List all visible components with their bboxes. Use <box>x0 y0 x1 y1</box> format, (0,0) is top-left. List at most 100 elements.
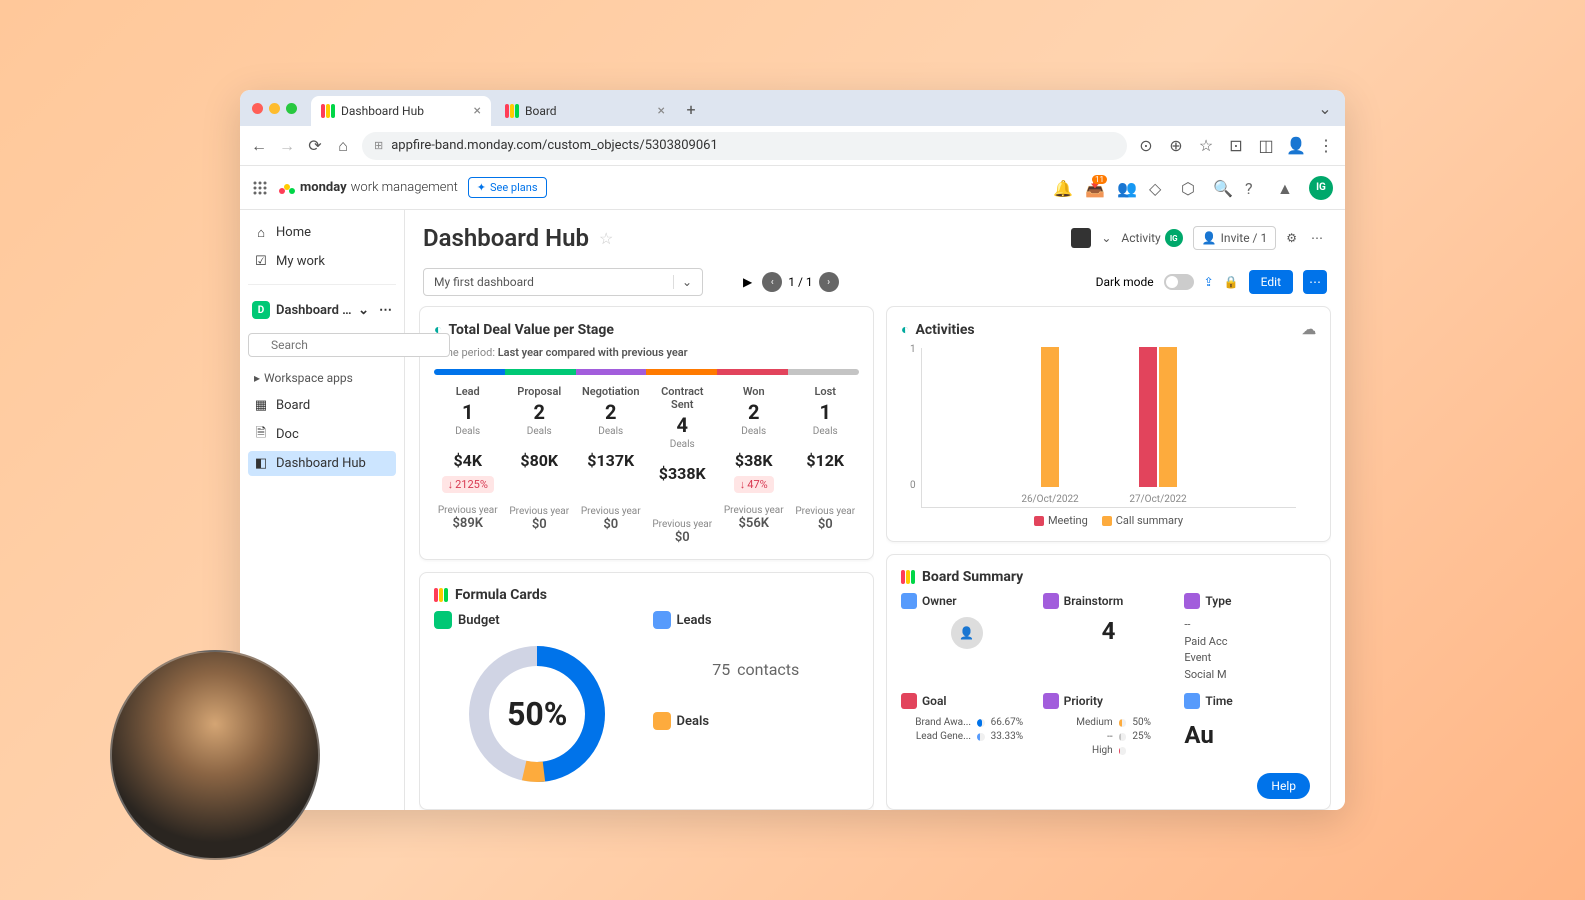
invite-members-icon[interactable]: 👥 <box>1117 179 1135 197</box>
password-icon[interactable]: ⊙ <box>1137 137 1155 155</box>
dark-mode-toggle[interactable] <box>1164 274 1194 290</box>
browser-tab-active[interactable]: Dashboard Hub × <box>311 96 491 126</box>
owner-label: Owner <box>922 594 957 608</box>
notifications-icon[interactable]: 🔔 <box>1053 179 1071 197</box>
prev-page-button[interactable]: ‹ <box>762 272 782 292</box>
dark-mode-label: Dark mode <box>1096 275 1154 289</box>
invite-button[interactable]: 👤 Invite / 1 <box>1193 226 1277 250</box>
card-title-text: Formula Cards <box>455 587 547 603</box>
marketplace-icon[interactable]: ⬡ <box>1181 179 1199 197</box>
search-icon[interactable]: 🔍 <box>1213 179 1231 197</box>
side-panel-icon[interactable]: ◫ <box>1257 137 1275 155</box>
new-tab-button[interactable]: + <box>679 98 703 122</box>
edit-button[interactable]: Edit <box>1249 270 1293 294</box>
apps-grid-icon[interactable] <box>252 180 268 196</box>
stage-value: $80K <box>506 451 574 470</box>
presenter-video-overlay <box>110 650 320 860</box>
legend-label: Call summary <box>1116 514 1183 527</box>
play-button[interactable]: ▶ <box>743 275 752 289</box>
sidebar-item-dashboard-hub[interactable]: ◧ Dashboard Hub <box>248 451 396 476</box>
total-deal-card: ◐ Total Deal Value per Stage Time period… <box>419 306 874 560</box>
prev-year-label: Previous year <box>506 506 574 517</box>
apps-icon[interactable]: ◇ <box>1149 179 1167 197</box>
brainstorm-label: Brainstorm <box>1064 594 1124 608</box>
forward-button[interactable]: → <box>278 137 296 155</box>
back-button[interactable]: ← <box>250 137 268 155</box>
lock-icon[interactable]: 🔒 <box>1224 275 1239 289</box>
home-button[interactable]: ⌂ <box>334 137 352 155</box>
stage-count: 1 <box>434 400 502 424</box>
leads-number: 75 <box>712 660 730 679</box>
leads-badge-icon <box>653 611 671 629</box>
help-button[interactable]: Help <box>1257 773 1310 799</box>
bar-label: Lead Gene... <box>901 731 971 742</box>
user-avatar[interactable]: IG <box>1309 176 1333 200</box>
cloud-download-icon[interactable]: ☁ <box>1302 322 1316 338</box>
stage-count: 2 <box>506 400 574 424</box>
sidebar-item-doc[interactable]: 🗎 Doc <box>248 422 396 447</box>
monday-logo[interactable]: monday work management <box>278 179 458 197</box>
chevron-down-icon[interactable]: ⌄ <box>1101 231 1111 245</box>
tab-close-icon[interactable]: × <box>474 103 481 119</box>
dashboard-selector[interactable]: My first dashboard ⌄ <box>423 268 703 296</box>
tab-close-icon[interactable]: × <box>658 103 665 119</box>
minimize-window-icon[interactable] <box>269 103 280 114</box>
more-options-icon[interactable]: ⋯ <box>1307 227 1327 249</box>
extensions-icon[interactable]: ⊡ <box>1227 137 1245 155</box>
tab-favicon-icon <box>505 104 519 118</box>
browser-tab[interactable]: Board × <box>495 96 675 126</box>
legend-label: Meeting <box>1048 514 1088 527</box>
menu-icon[interactable]: ⋮ <box>1317 137 1335 155</box>
sidebar-search-input[interactable] <box>248 333 450 357</box>
priority-label: Priority <box>1064 694 1103 708</box>
sidebar-my-work[interactable]: ☑ My work <box>248 249 396 274</box>
close-window-icon[interactable] <box>252 103 263 114</box>
zoom-icon[interactable]: ⊕ <box>1167 137 1185 155</box>
type-label: Type <box>1205 594 1231 608</box>
y-axis-max: 1 <box>910 344 916 355</box>
favorite-star-icon[interactable]: ☆ <box>599 229 613 248</box>
maximize-window-icon[interactable] <box>286 103 297 114</box>
inbox-icon[interactable]: 📥11 <box>1085 179 1103 197</box>
owner-badge-icon <box>901 593 917 609</box>
stage-column: Negotiation 2 Deals $137K Previous year … <box>577 385 645 545</box>
stage-change: ↓ 47% <box>734 476 774 493</box>
tab-menu-icon[interactable]: ⌄ <box>1313 96 1337 120</box>
stage-deals-label: Deals <box>577 426 645 437</box>
automation-icon[interactable]: ▲ <box>1277 179 1295 197</box>
help-icon[interactable]: ? <box>1245 179 1263 197</box>
time-cell: Time Au <box>1184 693 1316 759</box>
workspace-selector[interactable]: D Dashboard Hub ... ⌄ ⋯ <box>248 295 396 325</box>
url-field[interactable]: ⊞ appfire-band.monday.com/custom_objects… <box>362 132 1127 160</box>
y-axis-min: 0 <box>910 480 916 491</box>
leads-label: Leads <box>677 613 712 628</box>
stage-deals-label: Deals <box>434 426 502 437</box>
bookmark-icon[interactable]: ☆ <box>1197 137 1215 155</box>
stage-value: $137K <box>577 451 645 470</box>
monday-icon <box>901 570 916 584</box>
activity-button[interactable]: Activity IG <box>1121 229 1182 247</box>
next-page-button[interactable]: › <box>819 272 839 292</box>
see-plans-button[interactable]: ✦ See plans <box>468 177 547 198</box>
profile-icon[interactable]: 👤 <box>1287 137 1305 155</box>
reload-button[interactable]: ⟳ <box>306 137 324 155</box>
goal-cell: Goal Brand Awa...66.67%Lead Gene...33.33… <box>901 693 1033 759</box>
share-icon[interactable]: ⇪ <box>1204 275 1214 289</box>
leads-unit: contacts <box>737 660 799 679</box>
activities-bar-chart: 1 0 26/Oct/202227/Oct/2022 <box>921 348 1296 508</box>
stage-progress-bar <box>434 369 859 375</box>
bar-fill <box>977 719 982 727</box>
page-title: Dashboard Hub <box>423 224 589 252</box>
sidebar-item-board[interactable]: ▦ Board <box>248 393 396 418</box>
more-button[interactable]: ⋯ <box>1303 270 1327 294</box>
site-info-icon[interactable]: ⊞ <box>374 139 383 152</box>
settings-icon[interactable]: ⚙ <box>1286 231 1297 245</box>
chart-bar <box>1159 347 1177 487</box>
workspace-apps-section[interactable]: ▸ Workspace apps <box>248 367 396 389</box>
workspace-menu-icon[interactable]: ⋯ <box>379 303 392 318</box>
sidebar-home[interactable]: ⌂ Home <box>248 220 396 245</box>
time-label: Time <box>1205 694 1232 708</box>
app-icon[interactable] <box>1071 228 1091 248</box>
bar-fill <box>1119 719 1123 727</box>
legend-swatch-icon <box>1034 516 1044 526</box>
